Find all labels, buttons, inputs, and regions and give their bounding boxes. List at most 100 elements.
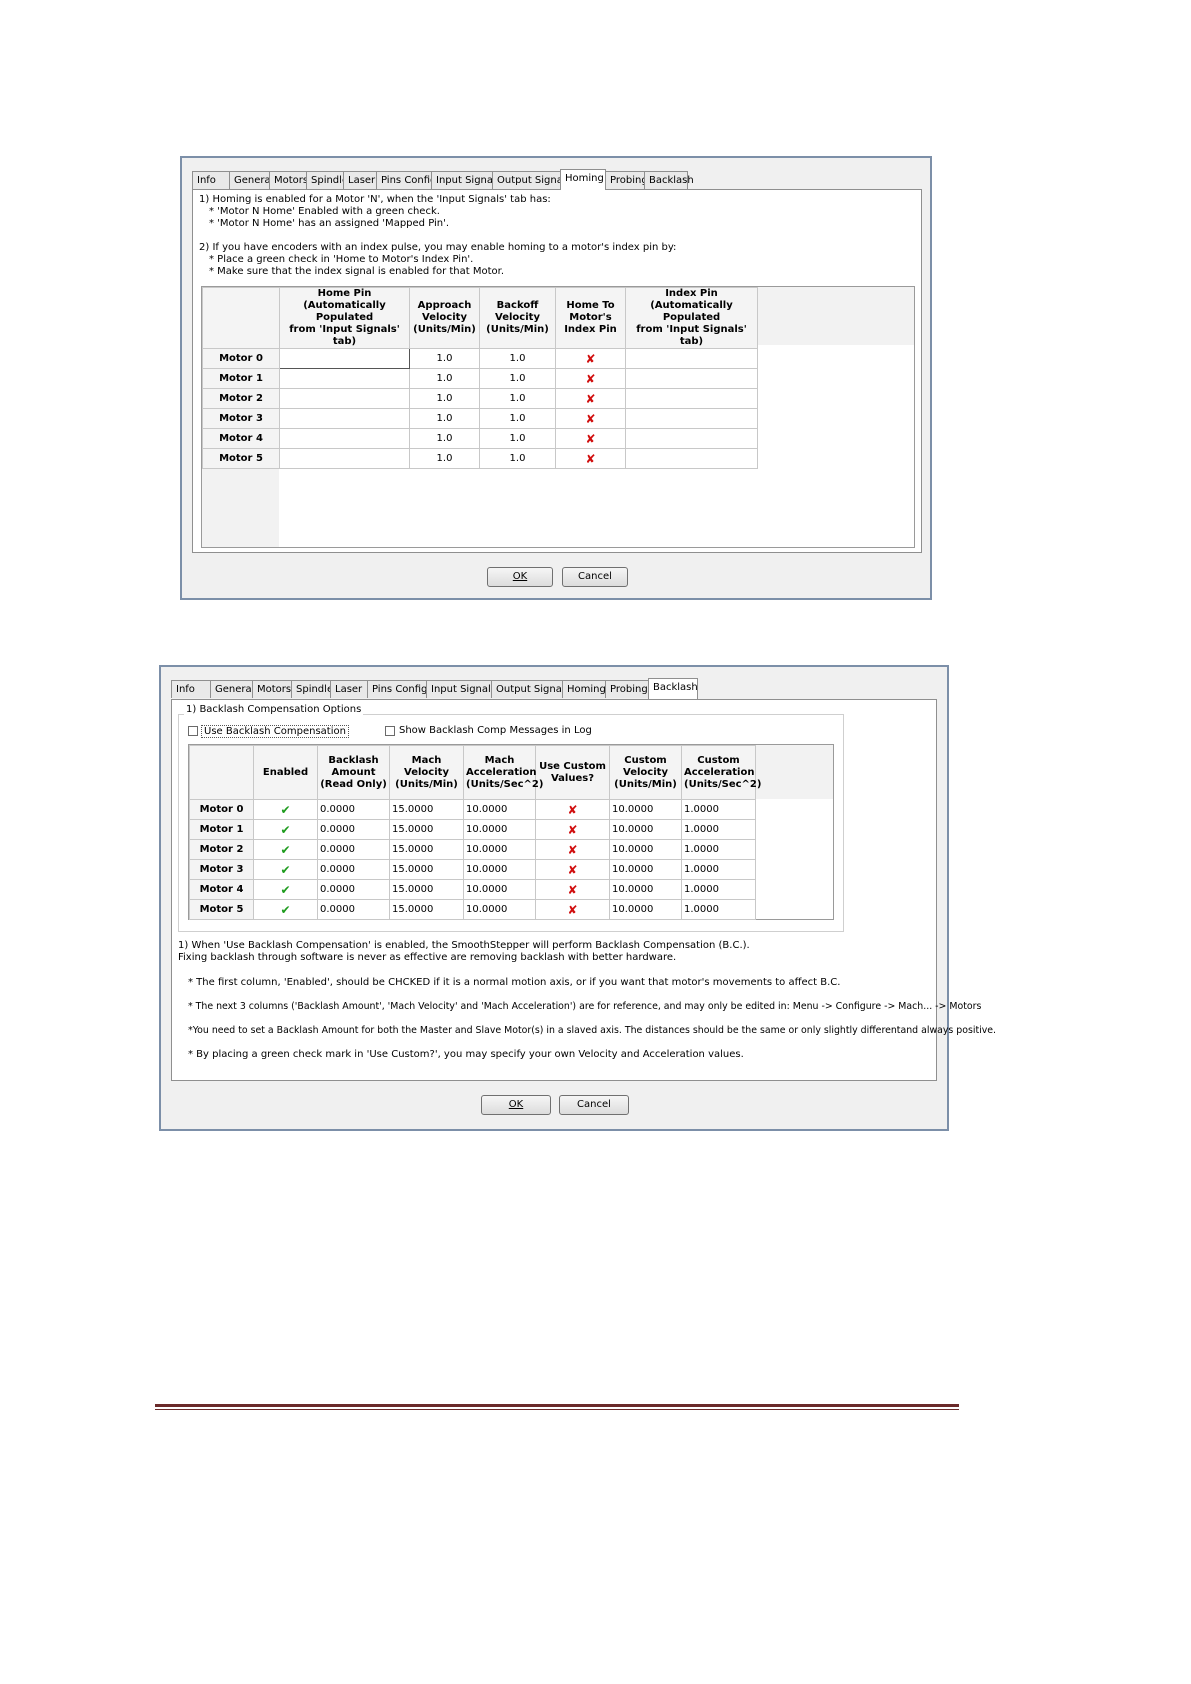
tab-motors[interactable]: Motors xyxy=(269,171,308,189)
index-pin-cell xyxy=(625,388,758,409)
tab-output-signals[interactable]: Output Signals xyxy=(491,680,570,698)
use-custom-toggle[interactable]: ✘ xyxy=(535,879,610,900)
custom-acceleration-cell[interactable]: 1.0000 xyxy=(681,879,756,900)
backoff-velocity-cell[interactable]: 1.0 xyxy=(479,348,556,369)
note-3: * The first column, 'Enabled', should be… xyxy=(188,977,841,988)
custom-acceleration-cell[interactable]: 1.0000 xyxy=(681,819,756,840)
col-index-pin: Index Pin (Automatically Populated from 'I… xyxy=(625,287,758,349)
home-pin-cell[interactable] xyxy=(279,348,410,369)
ok-button[interactable]: OK xyxy=(481,1095,551,1115)
enabled-toggle[interactable]: ✔ xyxy=(253,819,318,840)
custom-velocity-cell[interactable]: 10.0000 xyxy=(609,819,682,840)
col-mach-acceleration: Mach Acceleration (Units/Sec^2) xyxy=(463,745,543,800)
enabled-toggle[interactable]: ✔ xyxy=(253,839,318,860)
home-pin-cell[interactable] xyxy=(279,368,410,389)
custom-acceleration-cell[interactable]: 1.0000 xyxy=(681,899,756,920)
home-to-index-toggle[interactable]: ✘ xyxy=(555,408,626,429)
use-backlash-checkbox[interactable] xyxy=(188,726,198,736)
approach-velocity-cell[interactable]: 1.0 xyxy=(409,348,480,369)
backlash-panel: 1) Backlash Compensation Options Use Bac… xyxy=(171,699,996,1081)
use-custom-toggle[interactable]: ✘ xyxy=(535,819,610,840)
use-custom-toggle[interactable]: ✘ xyxy=(535,799,610,820)
tab-general[interactable]: General xyxy=(229,171,273,189)
tab-spindle[interactable]: Spindle xyxy=(306,171,348,189)
enabled-toggle[interactable]: ✔ xyxy=(253,859,318,880)
home-to-index-toggle[interactable]: ✘ xyxy=(555,388,626,409)
backlash-amount-cell: 0.0000 xyxy=(317,799,390,820)
cancel-button[interactable]: Cancel xyxy=(562,567,628,587)
mach-velocity-cell: 15.0000 xyxy=(389,839,464,860)
custom-acceleration-cell[interactable]: 1.0000 xyxy=(681,799,756,820)
tab-pins-config[interactable]: Pins Config xyxy=(367,680,427,698)
col-home-pin: Home Pin (Automatically Populated from 'In… xyxy=(279,287,410,349)
home-to-index-toggle[interactable]: ✘ xyxy=(555,368,626,389)
tab-backlash[interactable]: Backlash xyxy=(648,678,698,699)
tab-info[interactable]: Info xyxy=(171,680,211,698)
green-check-icon: ✔ xyxy=(280,802,291,817)
home-to-index-toggle[interactable]: ✘ xyxy=(555,428,626,449)
enabled-toggle[interactable]: ✔ xyxy=(253,879,318,900)
tab-homing[interactable]: Homing xyxy=(562,680,606,698)
approach-velocity-cell[interactable]: 1.0 xyxy=(409,448,480,469)
col-enabled: Enabled xyxy=(253,745,318,800)
tab-laser[interactable]: Laser xyxy=(330,680,368,698)
col-custom-acceleration: Custom Acceleration (Units/Sec^2) xyxy=(681,745,761,800)
mach-velocity-cell: 15.0000 xyxy=(389,879,464,900)
tab-general[interactable]: General xyxy=(210,680,254,698)
tab-motors[interactable]: Motors xyxy=(252,680,292,698)
tab-pins-config[interactable]: Pins Config xyxy=(376,171,436,189)
tab-probing[interactable]: Probing xyxy=(605,680,649,698)
tab-input-signals[interactable]: Input Signals xyxy=(426,680,496,698)
home-to-index-toggle[interactable]: ✘ xyxy=(555,348,626,369)
custom-acceleration-cell[interactable]: 1.0000 xyxy=(681,859,756,880)
custom-acceleration-cell[interactable]: 1.0000 xyxy=(681,839,756,860)
tab-probing[interactable]: Probing xyxy=(605,171,648,189)
home-pin-cell[interactable] xyxy=(279,388,410,409)
tab-backlash[interactable]: Backlash xyxy=(644,171,694,189)
tab-info[interactable]: Info xyxy=(192,171,230,189)
backoff-velocity-cell[interactable]: 1.0 xyxy=(479,428,556,449)
backoff-velocity-cell[interactable]: 1.0 xyxy=(479,408,556,429)
custom-velocity-cell[interactable]: 10.0000 xyxy=(609,799,682,820)
col-home-to-index: Home To Motor's Index Pin xyxy=(555,287,626,349)
cancel-button[interactable]: Cancel xyxy=(559,1095,629,1115)
home-pin-cell[interactable] xyxy=(279,448,410,469)
use-custom-toggle[interactable]: ✘ xyxy=(535,899,610,920)
tab-spindle[interactable]: Spindle xyxy=(291,680,333,698)
use-custom-toggle[interactable]: ✘ xyxy=(535,859,610,880)
enabled-toggle[interactable]: ✔ xyxy=(253,799,318,820)
approach-velocity-cell[interactable]: 1.0 xyxy=(409,428,480,449)
tab-homing[interactable]: Homing xyxy=(560,169,606,190)
backoff-velocity-cell[interactable]: 1.0 xyxy=(479,388,556,409)
backlash-tab-strip: Info General Motors Spindle Laser Pins C… xyxy=(171,678,698,699)
backoff-velocity-cell[interactable]: 1.0 xyxy=(479,368,556,389)
homing-instruction-4: 2) If you have encoders with an index pu… xyxy=(199,242,677,253)
show-messages-label: Show Backlash Comp Messages in Log xyxy=(399,725,592,736)
custom-velocity-cell[interactable]: 10.0000 xyxy=(609,899,682,920)
row-header: Motor 3 xyxy=(189,859,254,880)
enabled-toggle[interactable]: ✔ xyxy=(253,899,318,920)
custom-velocity-cell[interactable]: 10.0000 xyxy=(609,859,682,880)
tab-laser[interactable]: Laser xyxy=(343,171,377,189)
home-pin-cell[interactable] xyxy=(279,408,410,429)
table-row: Motor 4 1.0 1.0 ✘ xyxy=(202,428,758,449)
use-custom-toggle[interactable]: ✘ xyxy=(535,839,610,860)
home-pin-cell[interactable] xyxy=(279,428,410,449)
homing-instruction-5: * Place a green check in 'Home to Motor'… xyxy=(209,254,474,265)
show-messages-checkbox[interactable] xyxy=(385,726,395,736)
approach-velocity-cell[interactable]: 1.0 xyxy=(409,388,480,409)
row-header: Motor 5 xyxy=(189,899,254,920)
red-x-icon: ✘ xyxy=(567,862,578,877)
tab-input-signals[interactable]: Input Signals xyxy=(431,171,501,189)
col-backlash-amount: Backlash Amount (Read Only) xyxy=(317,745,390,800)
home-to-index-toggle[interactable]: ✘ xyxy=(555,448,626,469)
tab-output-signals[interactable]: Output Signals xyxy=(492,171,571,189)
ok-button[interactable]: OK xyxy=(487,567,553,587)
approach-velocity-cell[interactable]: 1.0 xyxy=(409,408,480,429)
backoff-velocity-cell[interactable]: 1.0 xyxy=(479,448,556,469)
red-x-icon: ✘ xyxy=(585,371,596,386)
note-1: 1) When 'Use Backlash Compensation' is e… xyxy=(178,940,750,951)
approach-velocity-cell[interactable]: 1.0 xyxy=(409,368,480,389)
custom-velocity-cell[interactable]: 10.0000 xyxy=(609,839,682,860)
custom-velocity-cell[interactable]: 10.0000 xyxy=(609,879,682,900)
